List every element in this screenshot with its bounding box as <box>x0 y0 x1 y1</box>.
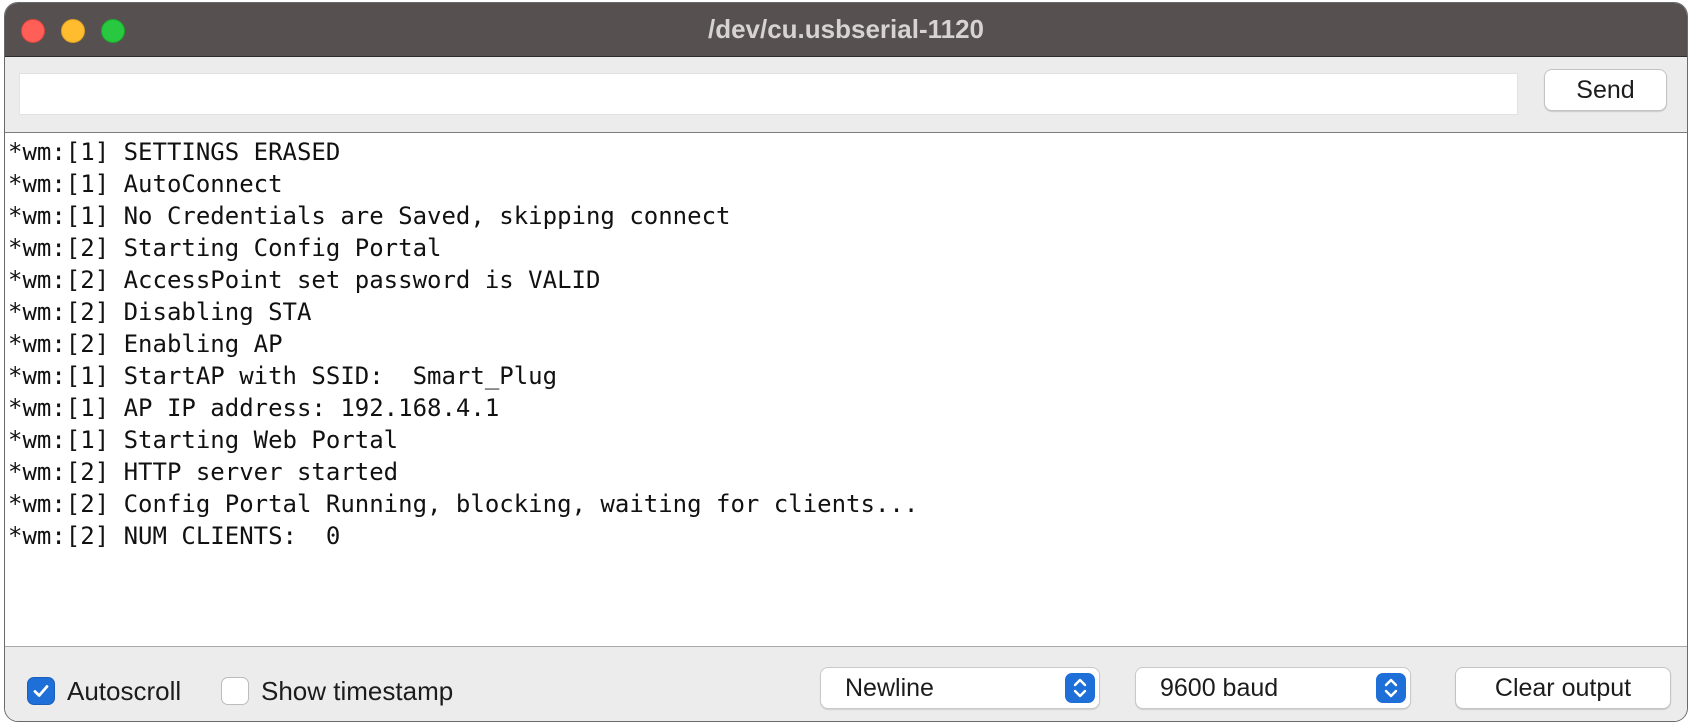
show-timestamp-checkbox[interactable] <box>221 677 249 705</box>
serial-monitor-window: /dev/cu.usbserial-1120 Send *wm:[1] SETT… <box>4 2 1688 722</box>
line-ending-value: Newline <box>845 674 934 702</box>
title-bar: /dev/cu.usbserial-1120 <box>5 3 1687 57</box>
bottom-toolbar: Autoscroll Show timestamp Newline 9600 b… <box>5 647 1687 721</box>
autoscroll-label: Autoscroll <box>67 676 182 706</box>
output-line: *wm:[2] NUM CLIENTS: 0 <box>8 522 341 550</box>
show-timestamp-label: Show timestamp <box>261 676 454 706</box>
clear-output-button[interactable]: Clear output <box>1455 667 1671 709</box>
send-row: Send <box>5 57 1687 131</box>
output-line: *wm:[2] Disabling STA <box>8 298 312 326</box>
send-button[interactable]: Send <box>1544 69 1667 111</box>
window-title: /dev/cu.usbserial-1120 <box>707 14 985 44</box>
output-line: *wm:[1] SETTINGS ERASED <box>8 138 341 166</box>
autoscroll-checkbox[interactable] <box>27 677 55 705</box>
chevron-up-down-icon <box>1376 673 1406 703</box>
output-line: *wm:[1] AP IP address: 192.168.4.1 <box>8 394 500 422</box>
output-line: *wm:[1] AutoConnect <box>8 170 283 198</box>
output-line: *wm:[1] Starting Web Portal <box>8 426 399 454</box>
line-ending-select[interactable]: Newline <box>820 667 1100 709</box>
output-line: *wm:[2] Enabling AP <box>8 330 283 358</box>
output-line: *wm:[2] Starting Config Portal <box>8 234 442 262</box>
output-line: *wm:[1] No Credentials are Saved, skippi… <box>8 202 731 230</box>
output-line: *wm:[2] Config Portal Running, blocking,… <box>8 490 919 518</box>
baud-rate-value: 9600 baud <box>1160 674 1279 702</box>
chevron-up-down-icon <box>1065 673 1095 703</box>
output-line: *wm:[2] HTTP server started <box>8 458 399 486</box>
message-input[interactable] <box>19 73 1518 115</box>
baud-rate-select[interactable]: 9600 baud <box>1135 667 1411 709</box>
checkmark-icon <box>33 685 49 697</box>
output-line: *wm:[1] StartAP with SSID: Smart_Plug <box>8 362 558 390</box>
serial-output[interactable]: *wm:[1] SETTINGS ERASED *wm:[1] AutoConn… <box>5 132 1687 647</box>
output-line: *wm:[2] AccessPoint set password is VALI… <box>8 266 601 294</box>
